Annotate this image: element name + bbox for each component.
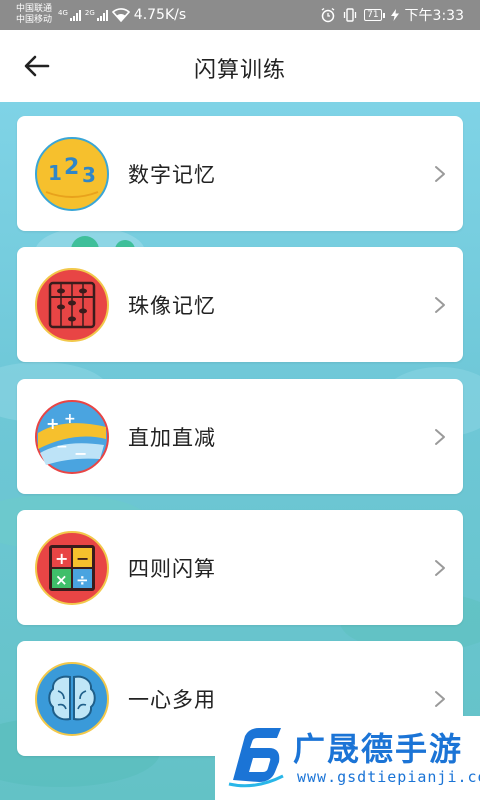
svg-text:−: − bbox=[74, 444, 87, 463]
chevron-right-icon bbox=[435, 559, 445, 576]
menu-item-abacus-memory[interactable]: 珠像记忆 bbox=[17, 247, 463, 362]
battery-level: 71 bbox=[364, 9, 382, 21]
numbers-123-icon: 1 2 3 bbox=[35, 136, 109, 211]
chevron-right-icon bbox=[435, 296, 445, 313]
menu-item-label: 一心多用 bbox=[128, 687, 216, 712]
menu-item-label: 数字记忆 bbox=[128, 162, 216, 187]
carrier-names: 中国联通 中国移动 bbox=[16, 4, 52, 26]
carrier-2: 中国移动 bbox=[16, 15, 53, 25]
watermark-url: www.gsdtiepianji.com bbox=[297, 768, 480, 786]
carrier-1: 中国联通 bbox=[16, 4, 53, 14]
svg-text:1: 1 bbox=[48, 161, 62, 185]
svg-text:+: + bbox=[46, 414, 59, 433]
chevron-right-icon bbox=[435, 690, 445, 707]
app-header: 闪算训练 bbox=[0, 30, 480, 102]
brain-icon bbox=[35, 661, 109, 736]
signal-icon: 4G bbox=[58, 9, 81, 21]
menu-item-four-operations[interactable]: + − × ÷ 四则闪算 bbox=[17, 510, 463, 625]
signal-icon: 2G bbox=[85, 9, 108, 21]
calculator-icon: + − × ÷ bbox=[35, 530, 109, 605]
wifi-icon bbox=[111, 8, 130, 22]
svg-text:+: + bbox=[55, 549, 68, 568]
brand-logo-icon bbox=[228, 728, 284, 788]
vibrate-icon bbox=[343, 8, 357, 22]
svg-text:÷: ÷ bbox=[76, 571, 89, 589]
menu-area: 1 2 3 数字记忆 珠像记忆 + + − − 直加直减 + − × ÷ 四则闪… bbox=[0, 102, 480, 800]
svg-text:2: 2 bbox=[64, 155, 79, 180]
network-speed: 4.75K/s bbox=[133, 7, 187, 23]
site-watermark: 广晟德手游 www.gsdtiepianji.com bbox=[215, 716, 480, 800]
svg-text:−: − bbox=[56, 439, 68, 455]
svg-text:3: 3 bbox=[82, 163, 96, 187]
abacus-icon bbox=[35, 267, 109, 342]
status-bar: 中国联通 中国移动 4G 2G 4.75K/s 71 下午3:33 bbox=[0, 0, 480, 30]
clock: 下午3:33 bbox=[404, 8, 464, 24]
chevron-right-icon bbox=[435, 165, 445, 182]
plus-minus-icon: + + − − bbox=[35, 399, 109, 474]
alarm-icon bbox=[321, 7, 335, 23]
charging-icon bbox=[390, 9, 399, 21]
sim1-type: 4G bbox=[58, 9, 68, 17]
menu-item-label: 珠像记忆 bbox=[128, 293, 216, 318]
menu-item-direct-add-subtract[interactable]: + + − − 直加直减 bbox=[17, 379, 463, 494]
menu-item-label: 直加直减 bbox=[128, 425, 216, 450]
chevron-right-icon bbox=[435, 428, 445, 445]
svg-text:−: − bbox=[76, 549, 89, 568]
sim2-type: 2G bbox=[84, 9, 95, 17]
menu-item-number-memory[interactable]: 1 2 3 数字记忆 bbox=[17, 116, 463, 231]
svg-text:+: + bbox=[64, 411, 76, 427]
watermark-brand: 广晟德手游 bbox=[293, 730, 464, 768]
page-title: 闪算训练 bbox=[193, 58, 286, 83]
svg-text:×: × bbox=[55, 571, 68, 589]
battery-icon: 71 bbox=[364, 9, 385, 21]
menu-item-label: 四则闪算 bbox=[128, 556, 216, 581]
